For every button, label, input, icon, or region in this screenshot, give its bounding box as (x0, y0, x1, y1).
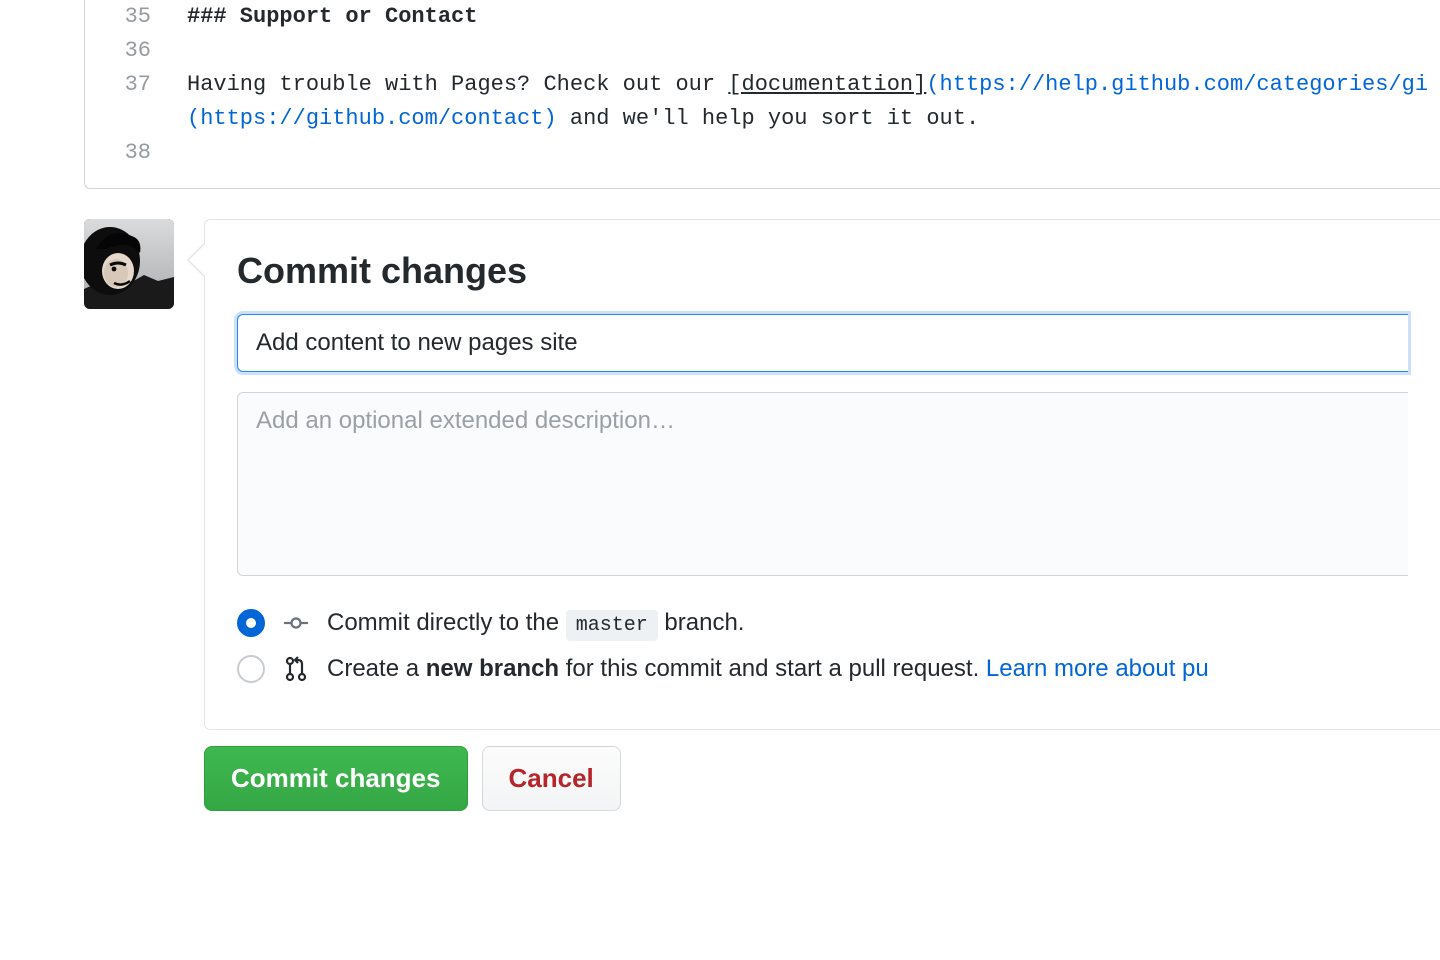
radio-label: Create a new branch for this commit and … (327, 655, 1209, 683)
line-number: 38 (85, 136, 173, 170)
action-buttons: Commit changes Cancel (204, 746, 1440, 811)
line-number: 36 (85, 34, 173, 68)
code-editor[interactable]: 35 ### Support or Contact 36 37 Having t… (84, 0, 1440, 189)
radio-new-branch[interactable]: Create a new branch for this commit and … (237, 655, 1408, 683)
learn-more-link[interactable]: Learn more about pu (986, 655, 1209, 682)
commit-description-textarea[interactable] (237, 392, 1408, 576)
code-line: 37 Having trouble with Pages? Check out … (85, 68, 1440, 102)
commit-summary-input[interactable] (237, 314, 1408, 372)
line-number: 35 (85, 0, 173, 34)
branch-options: Commit directly to the master branch. (237, 609, 1408, 683)
commit-changes-button[interactable]: Commit changes (204, 746, 468, 811)
radio-input[interactable] (237, 655, 265, 683)
cancel-button[interactable]: Cancel (482, 746, 621, 811)
code-line: 38 (85, 136, 1440, 170)
code-line: 35 ### Support or Contact (85, 0, 1440, 34)
radio-input[interactable] (237, 609, 265, 637)
avatar[interactable] (84, 219, 174, 309)
line-number: 37 (85, 68, 173, 102)
code-line-wrap: (https://github.com/contact) and we'll h… (85, 102, 1440, 136)
code-content: (https://github.com/contact) and we'll h… (173, 102, 1440, 136)
git-pull-request-icon (283, 656, 309, 682)
radio-label: Commit directly to the master branch. (327, 609, 744, 637)
git-commit-icon (283, 614, 309, 632)
commit-form: Commit changes Commit d (204, 219, 1440, 730)
code-content: ### Support or Contact (173, 0, 1440, 34)
radio-commit-direct[interactable]: Commit directly to the master branch. (237, 609, 1408, 637)
code-content: Having trouble with Pages? Check out our… (173, 68, 1440, 102)
commit-heading: Commit changes (237, 250, 1408, 292)
code-line: 36 (85, 34, 1440, 68)
